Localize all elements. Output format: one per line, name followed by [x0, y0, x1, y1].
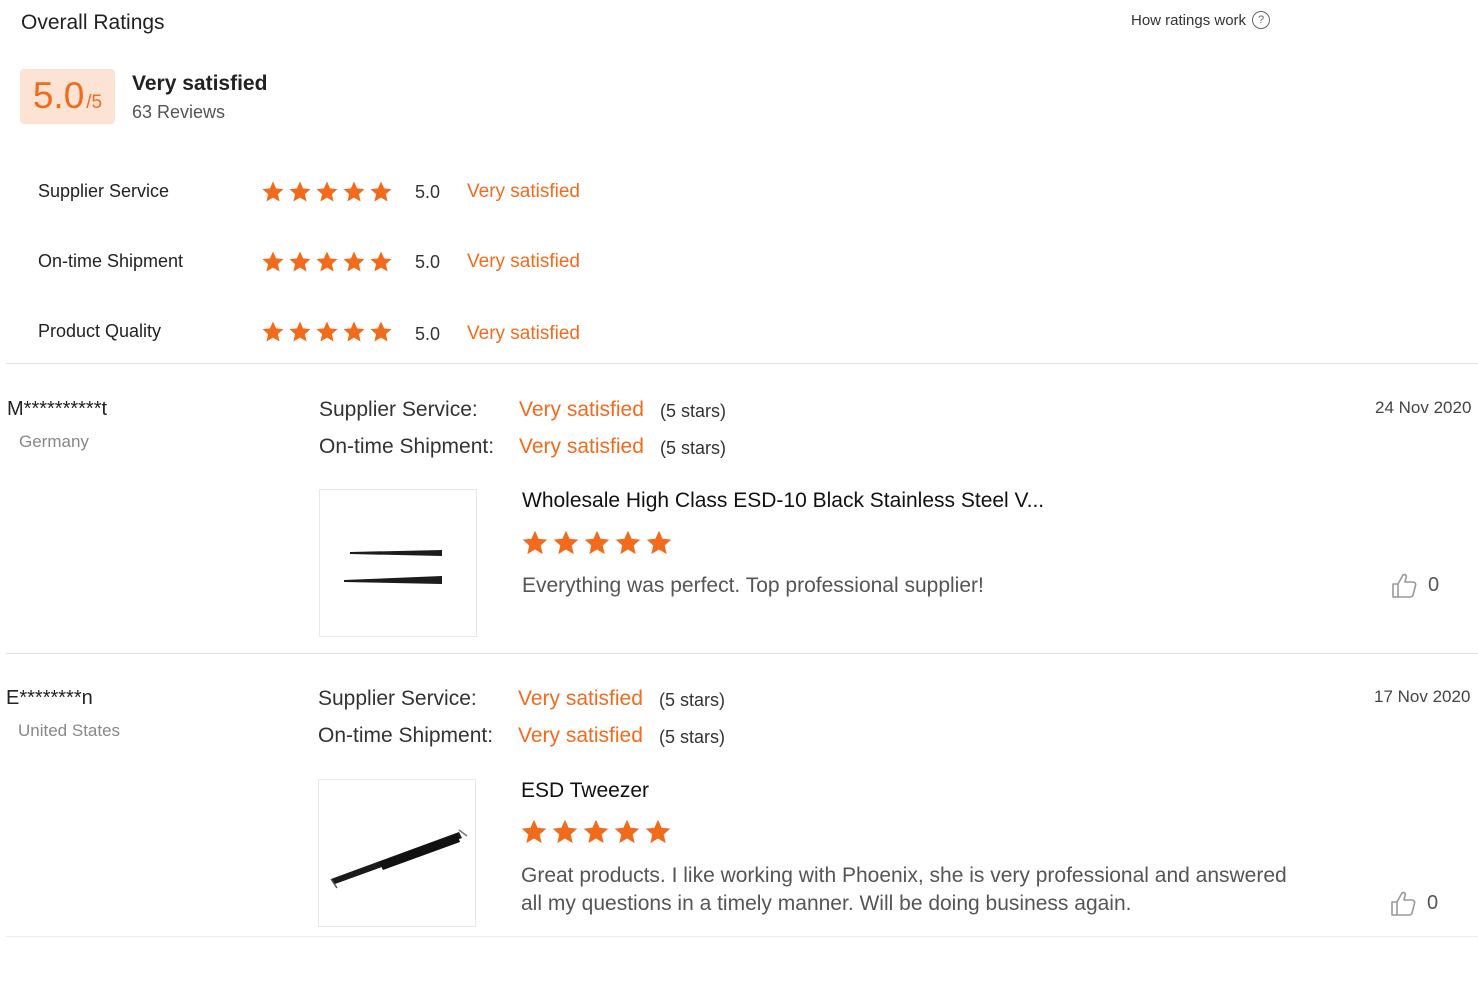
supplier-service-label: Supplier Service: — [319, 398, 478, 421]
star-icon — [342, 320, 366, 344]
criterion-score-supplier-service: 5.0 — [415, 182, 441, 202]
review-text-line: Great products. I like working with Phoe… — [521, 864, 1287, 887]
shipment-label: On-time Shipment: — [319, 435, 495, 458]
star-icon — [261, 180, 285, 204]
page-title: Overall Ratings — [21, 11, 165, 34]
star-icon — [552, 529, 580, 557]
review-date: 24 Nov 2020 — [1375, 398, 1472, 417]
star-icon — [369, 180, 393, 204]
product-rating-stars — [521, 529, 673, 557]
star-icon — [520, 818, 548, 846]
star-icon — [315, 250, 339, 274]
criterion-verdict-on-time-shipment: Very satisfied — [467, 251, 580, 272]
criterion-label-product-quality: Product Quality — [38, 321, 162, 341]
help-circle-icon: ? — [1252, 11, 1271, 29]
review-date: 17 Nov 2020 — [1374, 687, 1471, 706]
overall-score-badge: 5.0 /5 — [20, 69, 115, 124]
review-text-line: all my questions in a timely manner. Wil… — [521, 892, 1132, 915]
star-icon — [644, 818, 672, 846]
product-rating-stars — [520, 818, 672, 846]
list-bottom-divider — [6, 936, 1478, 937]
star-icon — [613, 818, 641, 846]
star-icon — [521, 529, 549, 557]
review-count: 63 Reviews — [132, 102, 226, 122]
how-ratings-work-label: How ratings work — [1131, 11, 1247, 29]
star-icon — [288, 250, 312, 274]
how-ratings-work-link[interactable]: How ratings work ? — [1131, 11, 1271, 29]
star-icon — [583, 529, 611, 557]
section-divider — [6, 363, 1478, 364]
criterion-stars-supplier-service — [261, 180, 393, 204]
criterion-score-on-time-shipment: 5.0 — [415, 252, 441, 272]
reviewer-country: Germany — [19, 432, 89, 451]
star-icon — [342, 180, 366, 204]
shipment-verdict: Very satisfied — [519, 435, 644, 458]
supplier-service-verdict: Very satisfied — [519, 398, 644, 421]
criterion-score-product-quality: 5.0 — [415, 324, 441, 344]
like-count: 0 — [1428, 573, 1440, 596]
product-thumbnail[interactable] — [319, 489, 477, 637]
criterion-label-on-time-shipment: On-time Shipment — [38, 251, 184, 271]
shipment-stars: (5 stars) — [660, 438, 727, 458]
shipment-verdict: Very satisfied — [518, 724, 643, 747]
overall-verdict: Very satisfied — [132, 72, 268, 95]
like-button[interactable]: 0 — [1390, 571, 1439, 599]
shipment-label: On-time Shipment: — [318, 724, 494, 747]
star-icon — [261, 250, 285, 274]
star-icon — [551, 818, 579, 846]
criterion-label-supplier-service: Supplier Service — [38, 181, 170, 201]
thumbs-up-icon — [1391, 891, 1416, 916]
star-icon — [614, 529, 642, 557]
reviewer-name: M**********t — [7, 398, 108, 420]
reviewer-country: United States — [18, 721, 121, 740]
star-icon — [315, 180, 339, 204]
star-icon — [342, 250, 366, 274]
product-title-link[interactable]: Wholesale High Class ESD-10 Black Stainl… — [522, 489, 1044, 513]
criterion-stars-product-quality — [261, 320, 393, 344]
supplier-service-stars: (5 stars) — [660, 401, 727, 421]
star-icon — [288, 320, 312, 344]
like-button[interactable]: 0 — [1389, 889, 1438, 917]
like-count: 0 — [1427, 891, 1439, 914]
star-icon — [582, 818, 610, 846]
criterion-verdict-product-quality: Very satisfied — [467, 323, 580, 344]
criterion-verdict-supplier-service: Very satisfied — [467, 181, 580, 202]
tweezers-pair-image — [344, 550, 442, 584]
star-icon — [261, 320, 285, 344]
overall-score-value: 5.0 — [32, 75, 85, 116]
supplier-service-stars: (5 stars) — [659, 690, 726, 710]
product-title-link[interactable]: ESD Tweezer — [521, 779, 649, 803]
star-icon — [369, 320, 393, 344]
supplier-service-verdict: Very satisfied — [518, 687, 643, 710]
thumbs-up-icon — [1392, 573, 1417, 598]
shipment-stars: (5 stars) — [659, 727, 726, 747]
review-text: Great products. I like working with Phoe… — [521, 862, 1287, 918]
overall-score-denominator: /5 — [86, 92, 103, 113]
review-divider — [6, 653, 1478, 654]
supplier-service-label: Supplier Service: — [318, 687, 477, 710]
star-icon — [288, 180, 312, 204]
star-icon — [645, 529, 673, 557]
review-text-line: Everything was perfect. Top professional… — [522, 574, 984, 597]
criterion-stars-on-time-shipment — [261, 250, 393, 274]
product-thumbnail[interactable] — [318, 779, 476, 927]
review-text: Everything was perfect. Top professional… — [522, 572, 984, 600]
tweezer-diagonal-image — [330, 829, 468, 889]
reviewer-name: E********n — [6, 687, 93, 709]
star-icon — [315, 320, 339, 344]
star-icon — [369, 250, 393, 274]
